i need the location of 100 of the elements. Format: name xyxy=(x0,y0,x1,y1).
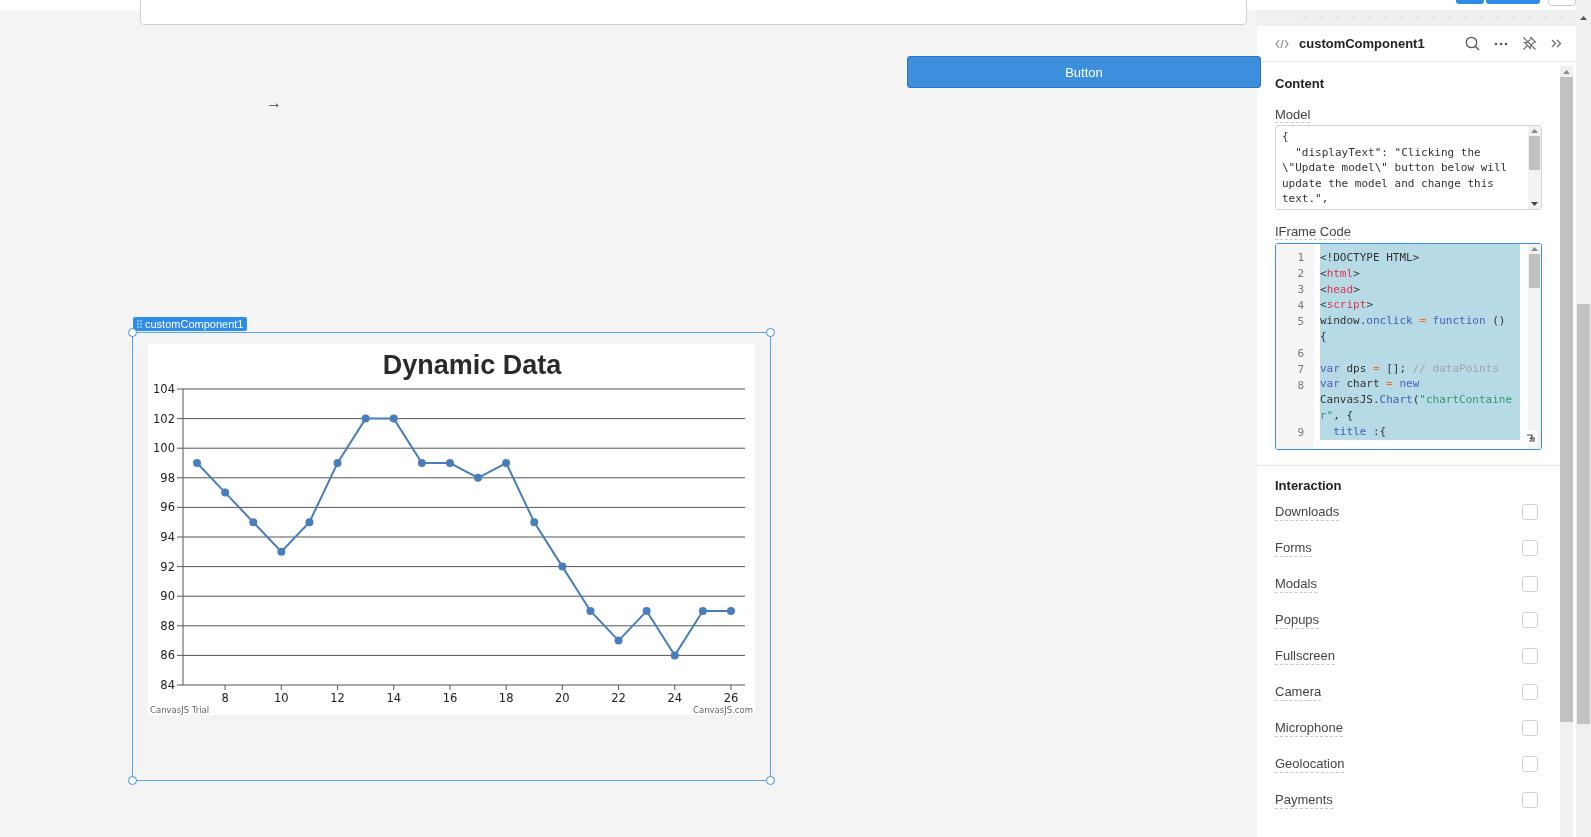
axis-tick-label: 92 xyxy=(160,559,175,574)
code-line: window.onclick = function () { xyxy=(1320,313,1507,345)
model-field[interactable]: { "displayText": "Clicking the \"Update model\" button below will update the model and change this text.", xyxy=(1275,125,1542,210)
line-number: 5 xyxy=(1296,314,1305,330)
axis-tick-label: 16 xyxy=(442,691,458,705)
line-number: 6 xyxy=(1296,346,1305,362)
code-line: <!DOCTYPE HTML> xyxy=(1320,250,1421,266)
axis-tick-label: 8 xyxy=(221,691,229,705)
data-point xyxy=(221,488,230,497)
scrollbar-thumb[interactable] xyxy=(1529,136,1540,170)
checkbox[interactable] xyxy=(1522,792,1538,808)
data-point xyxy=(417,459,426,467)
axis-tick-label: 100 xyxy=(153,441,175,456)
checkbox[interactable] xyxy=(1522,684,1538,700)
axis-tick-label: 12 xyxy=(330,691,345,705)
data-point xyxy=(249,518,258,527)
data-point xyxy=(333,459,342,467)
line-number: 9 xyxy=(1296,425,1305,441)
scrollbar-thumb[interactable] xyxy=(1560,77,1573,722)
line-number: 7 xyxy=(1296,362,1305,378)
panel-title: customComponent1 xyxy=(1299,36,1425,51)
checkbox[interactable] xyxy=(1522,756,1538,772)
data-point xyxy=(474,473,483,482)
resize-icon[interactable] xyxy=(1524,431,1537,444)
code-line: <html> xyxy=(1320,265,1361,282)
option-label: Modals xyxy=(1275,575,1317,593)
field-label: Model xyxy=(1275,107,1311,123)
section-heading: Content xyxy=(1275,76,1326,92)
toolbar-button[interactable] xyxy=(1456,0,1484,4)
resize-handle[interactable] xyxy=(128,328,137,337)
option-label: Downloads xyxy=(1275,503,1340,521)
resize-handle[interactable] xyxy=(128,776,137,785)
checkbox[interactable] xyxy=(1522,648,1538,664)
data-point xyxy=(670,651,679,660)
data-point xyxy=(305,518,314,527)
scrollbar-thumb[interactable] xyxy=(1577,304,1590,724)
scroll-down-icon xyxy=(1531,202,1538,206)
credit-text: CanvasJS Trial xyxy=(150,705,210,715)
section-heading: Interaction xyxy=(1275,478,1343,494)
code-line: <head> xyxy=(1320,281,1361,298)
data-point xyxy=(389,414,398,423)
option-label: Geolocation xyxy=(1275,755,1345,773)
axis-tick-label: 96 xyxy=(160,500,175,515)
credit-text[interactable]: CanvasJS.com xyxy=(693,705,753,715)
scrollbar[interactable] xyxy=(1528,244,1541,449)
code-line: var chart = new CanvasJS.Chart("chartContainer", { xyxy=(1320,376,1514,424)
axis-tick-label: 94 xyxy=(160,530,175,544)
axis-tick-label: 90 xyxy=(160,589,175,604)
data-point xyxy=(277,547,286,556)
scroll-up-icon xyxy=(1580,16,1587,20)
code-editor[interactable]: 1 2 3 4 5 6 7 8 9 <!DOCTYPE HTML> <html> <head> <script> window.onclick = function () { var dps = []; // dataPoints var chart = new CanvasJS.Chart("chartContainer", { title :{ xyxy=(1275,243,1542,450)
data-point xyxy=(642,607,651,615)
data-point xyxy=(586,607,595,615)
data-point xyxy=(502,459,511,467)
axis-tick-label: 18 xyxy=(498,691,514,705)
option-label: Forms xyxy=(1275,539,1312,557)
axis-tick-label: 24 xyxy=(667,691,683,705)
axis-tick-label: 10 xyxy=(274,691,289,705)
checkbox[interactable] xyxy=(1522,576,1538,592)
code-line: title :{ xyxy=(1332,423,1388,440)
axis-tick-label: 104 xyxy=(153,382,175,396)
resize-handle[interactable] xyxy=(766,328,775,337)
line-number: 1 xyxy=(1296,250,1305,266)
scrollbar[interactable] xyxy=(1560,66,1573,837)
axis-tick-label: 88 xyxy=(160,618,175,633)
axis-tick-label: 26 xyxy=(723,691,739,705)
checkbox[interactable] xyxy=(1522,612,1538,628)
checkbox[interactable] xyxy=(1522,540,1538,556)
data-point xyxy=(445,459,454,467)
checkbox[interactable] xyxy=(1522,504,1538,520)
arrow-text: → xyxy=(266,94,282,112)
data-point xyxy=(726,607,735,615)
resize-handle[interactable] xyxy=(766,776,775,785)
data-point xyxy=(558,562,567,571)
data-point xyxy=(361,414,370,423)
search-icon[interactable] xyxy=(1465,36,1480,51)
line-number: 4 xyxy=(1296,298,1305,314)
axis-tick-label: 98 xyxy=(160,470,175,485)
toolbar-button[interactable] xyxy=(1548,0,1576,6)
collapse-icon[interactable] xyxy=(1551,39,1562,48)
drag-handle-icon xyxy=(137,320,142,328)
axis-tick-label: 20 xyxy=(555,691,570,705)
data-point xyxy=(614,636,623,645)
option-label: Fullscreen xyxy=(1275,647,1335,665)
code-line: <script> xyxy=(1320,297,1374,314)
more-icon[interactable] xyxy=(1494,41,1508,46)
code-line: var dps = []; // dataPoints xyxy=(1320,360,1500,377)
toolbar-button[interactable] xyxy=(1486,0,1540,4)
scrollbar-thumb[interactable] xyxy=(1529,254,1540,288)
option-label: Payments xyxy=(1275,791,1333,809)
line-number: 2 xyxy=(1296,266,1305,282)
checkbox[interactable] xyxy=(1522,720,1538,736)
option-label: Popups xyxy=(1275,611,1320,629)
scrollbar[interactable] xyxy=(1528,126,1541,209)
line-number: 8 xyxy=(1296,378,1305,394)
chart-title: Dynamic Data xyxy=(382,350,562,380)
unpin-icon[interactable] xyxy=(1522,36,1537,51)
axis-tick-label: 84 xyxy=(160,678,175,692)
field-label: IFrame Code xyxy=(1275,224,1351,240)
scroll-up-icon xyxy=(1563,70,1570,74)
